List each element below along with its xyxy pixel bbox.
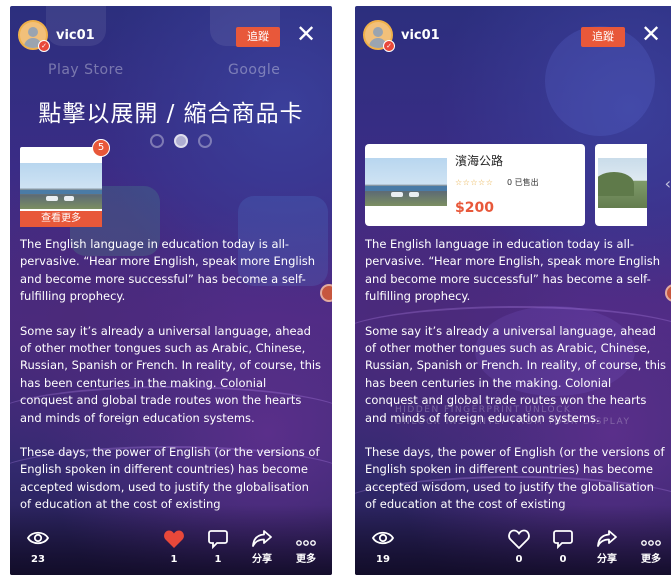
- sold-count: 0 已售出: [507, 178, 539, 187]
- comments-count: 0: [559, 554, 567, 565]
- action-bar: 19 0 0 分享 更多: [355, 523, 671, 567]
- product-name: 濱海公路: [455, 154, 504, 168]
- bg-label-play-store: Play Store: [48, 62, 124, 78]
- overlay-hint-title: 點擊以展開 / 縮合商品卡: [38, 101, 304, 127]
- article-text: The English language in education today …: [20, 236, 322, 531]
- eye-icon: [363, 529, 403, 553]
- views-button[interactable]: 19: [363, 529, 403, 567]
- product-thumbnail: [20, 163, 102, 209]
- views-count: 23: [31, 554, 45, 565]
- views-count: 19: [376, 554, 390, 565]
- avatar-verified-badge-icon: ✓: [38, 40, 50, 52]
- story-header: ✓ vic01 追蹤 ✕: [18, 20, 324, 54]
- page-dot-active: [174, 134, 188, 148]
- article-paragraph: Some say it’s already a universal langua…: [365, 323, 667, 425]
- comments-count: 1: [214, 554, 222, 565]
- story-header: ✓ vic01 追蹤 ✕: [363, 20, 669, 54]
- more-dots-icon: [631, 529, 671, 553]
- page-dots: [150, 134, 212, 148]
- views-button[interactable]: 23: [18, 529, 58, 567]
- article-paragraph: The English language in education today …: [365, 237, 661, 304]
- action-bar: 23 1 1 分享 更多: [10, 523, 332, 567]
- expanded-product-card[interactable]: 濱海公路 ☆☆☆☆☆ 0 已售出 $200: [365, 144, 585, 226]
- comment-icon: [543, 529, 583, 553]
- more-dots-icon: [286, 529, 326, 553]
- product-price: $200: [455, 200, 494, 216]
- comment-button[interactable]: 0: [543, 529, 583, 567]
- heart-icon: [499, 529, 539, 553]
- more-label: 更多: [296, 554, 316, 565]
- article-paragraph: The English language in education today …: [20, 237, 316, 304]
- page-dot: [150, 134, 164, 148]
- article-paragraph: Some say it’s already a universal langua…: [20, 323, 322, 425]
- page-dot: [198, 134, 212, 148]
- close-icon[interactable]: ✕: [639, 22, 663, 46]
- share-button[interactable]: 分享: [587, 529, 627, 567]
- share-icon: [587, 529, 627, 553]
- close-icon[interactable]: ✕: [294, 22, 318, 46]
- story-screen-collapsed: Play Store Google ✓ vic01 追蹤 ✕ 點擊以展開 / 縮…: [10, 6, 332, 575]
- view-more-button[interactable]: 查看更多: [20, 211, 102, 227]
- more-button[interactable]: 更多: [286, 529, 326, 567]
- more-button[interactable]: 更多: [631, 529, 671, 567]
- follow-button[interactable]: 追蹤: [236, 27, 280, 47]
- avatar-verified-badge-icon: ✓: [383, 40, 395, 52]
- follow-button[interactable]: 追蹤: [581, 27, 625, 47]
- chevron-left-icon[interactable]: ‹: [665, 174, 671, 193]
- like-button[interactable]: 1: [154, 529, 194, 567]
- article-paragraph: These days, the power of English (or the…: [365, 445, 665, 511]
- comment-button[interactable]: 1: [198, 529, 238, 567]
- more-label: 更多: [641, 554, 661, 565]
- article-text: The English language in education today …: [365, 236, 667, 531]
- heart-icon: [154, 529, 194, 553]
- share-label: 分享: [597, 554, 617, 565]
- likes-count: 1: [170, 554, 178, 565]
- collapsed-product-card[interactable]: 5 查看更多: [20, 139, 110, 227]
- share-label: 分享: [252, 554, 272, 565]
- likes-count: 0: [515, 554, 523, 565]
- like-button[interactable]: 0: [499, 529, 539, 567]
- rating-stars-icon: ☆☆☆☆☆: [455, 178, 494, 187]
- product-thumbnail: [598, 158, 647, 208]
- product-count-badge: 5: [92, 139, 110, 157]
- article-paragraph: These days, the power of English (or the…: [20, 445, 320, 511]
- product-thumbnail: [365, 158, 447, 206]
- next-product-card[interactable]: [595, 144, 647, 226]
- share-icon: [242, 529, 282, 553]
- comment-icon: [198, 529, 238, 553]
- bg-label-google: Google: [228, 62, 281, 78]
- story-screen-expanded: ✓ vic01 追蹤 ✕ 濱海公路 ☆☆☆☆☆ 0 已售出 $200 ‹ HID…: [355, 6, 671, 575]
- share-button[interactable]: 分享: [242, 529, 282, 567]
- username[interactable]: vic01: [401, 28, 440, 43]
- username[interactable]: vic01: [56, 28, 95, 43]
- eye-icon: [18, 529, 58, 553]
